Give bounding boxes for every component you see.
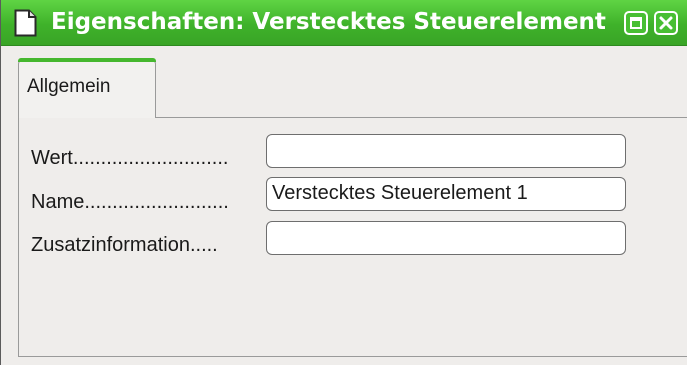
document-icon <box>14 9 37 37</box>
close-button[interactable] <box>654 11 678 35</box>
tab-active-indicator <box>18 58 156 62</box>
maximize-icon <box>630 17 642 29</box>
name-label: Name.......................... <box>31 191 229 213</box>
close-icon <box>659 16 673 30</box>
maximize-button[interactable] <box>624 11 648 35</box>
tab-allgemein-label[interactable]: Allgemein <box>27 75 110 99</box>
window-title: Eigenschaften: Verstecktes Steuerelement <box>51 9 606 35</box>
zusatzinformation-label: Zusatzinformation..... <box>31 234 218 256</box>
properties-dialog: Eigenschaften: Verstecktes Steuerelement… <box>0 0 687 365</box>
wert-label: Wert............................ <box>31 147 229 169</box>
zusatzinformation-input[interactable] <box>266 221 626 255</box>
wert-input[interactable] <box>266 134 626 168</box>
title-bar[interactable]: Eigenschaften: Verstecktes Steuerelement <box>1 0 687 46</box>
name-input[interactable]: Verstecktes Steuerelement 1 <box>266 177 626 211</box>
